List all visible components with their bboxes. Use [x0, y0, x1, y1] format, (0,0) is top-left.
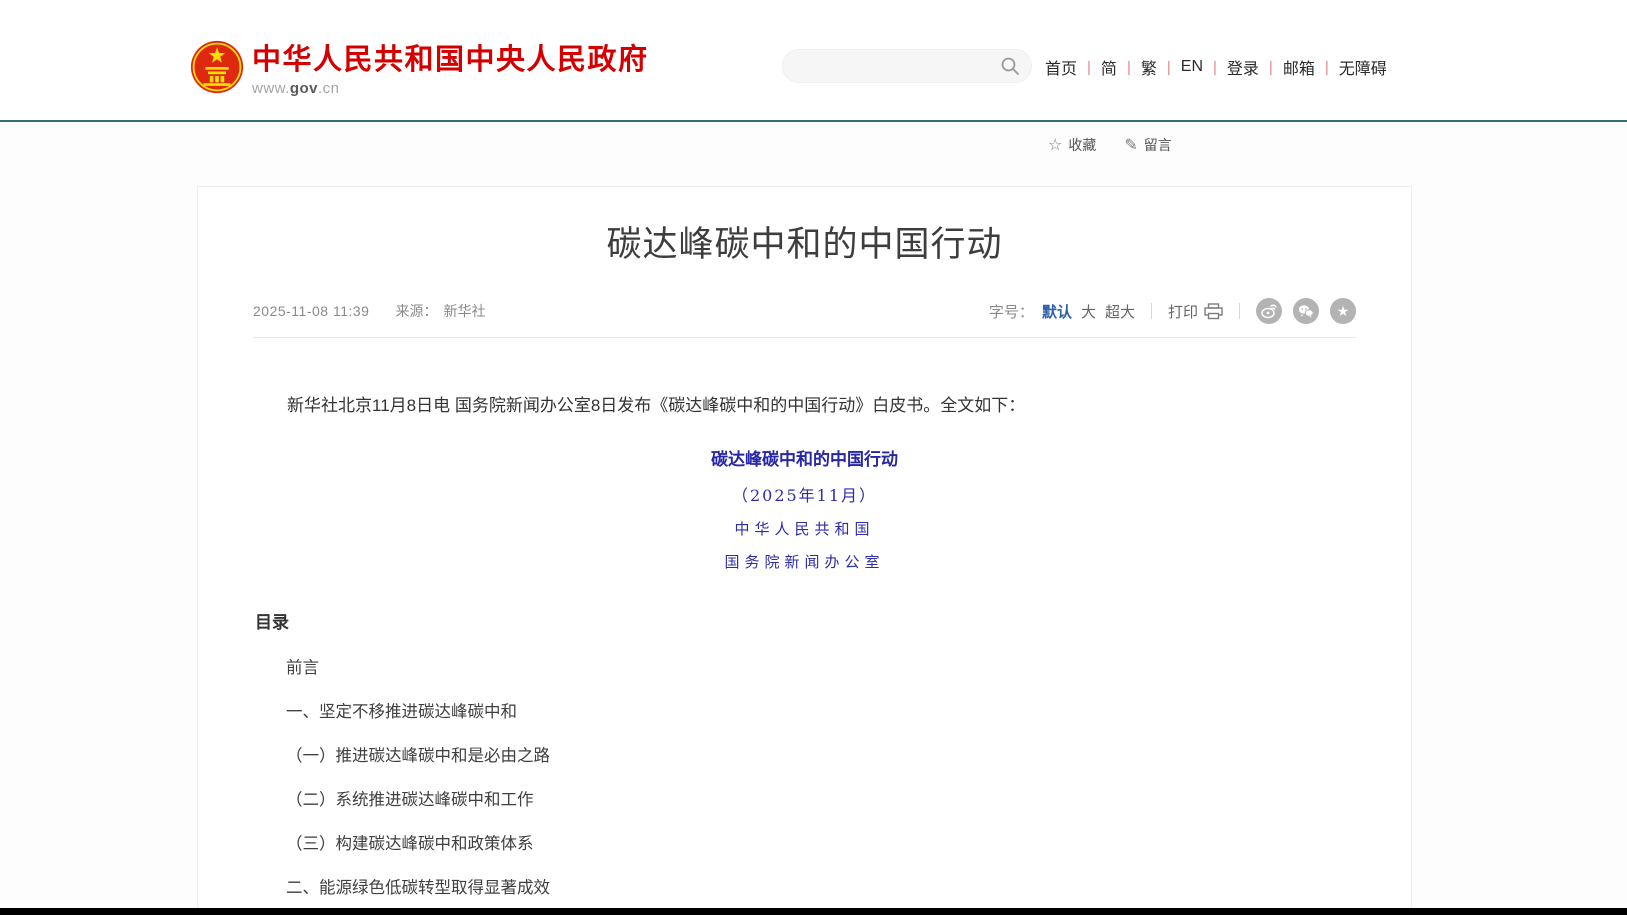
document-author-line2: 国务院新闻办公室 [253, 551, 1356, 572]
toc-item-section1-3: （三）构建碳达峰碳中和政策体系 [253, 836, 1356, 853]
comment-label: 留言 [1144, 135, 1172, 155]
publish-date: 2025-11-08 11:39 [253, 303, 369, 319]
meta-separator [1151, 303, 1152, 319]
toc-item-preface: 前言 [253, 660, 1356, 677]
share-icons: ★ [1256, 298, 1356, 324]
lead-paragraph: 新华社北京11月8日电 国务院新闻办公室8日发布《碳达峰碳中和的中国行动》白皮书… [253, 394, 1356, 418]
nav-separator: | [1087, 59, 1091, 76]
article-meta: 2025-11-08 11:39 来源： 新华社 字号： 默认 大 超大 打印 [253, 298, 1356, 338]
star-icon: ★ [1337, 304, 1350, 318]
site-url: www.gov.cn [252, 80, 649, 97]
article-card: 碳达峰碳中和的中国行动 2025-11-08 11:39 来源： 新华社 字号：… [197, 186, 1412, 915]
toc-item-section1: 一、坚定不移推进碳达峰碳中和 [253, 704, 1356, 721]
share-weibo-button[interactable] [1256, 298, 1282, 324]
printer-icon [1204, 303, 1223, 320]
top-nav: 首页 | 简 | 繁 | EN | 登录 | 邮箱 | 无障碍 [1045, 55, 1387, 79]
source-label: 来源： [395, 301, 437, 321]
print-label: 打印 [1168, 301, 1198, 322]
toc-item-section2: 二、能源绿色低碳转型取得显著成效 [253, 880, 1356, 897]
meta-separator [1239, 303, 1240, 319]
nav-separator: | [1127, 59, 1131, 76]
nav-english[interactable]: EN [1181, 58, 1203, 76]
meta-left: 2025-11-08 11:39 来源： 新华社 [253, 301, 485, 321]
nav-accessibility[interactable]: 无障碍 [1339, 55, 1387, 79]
page: 中华人民共和国中央人民政府 www.gov.cn 首页 | 简 | 繁 | EN | 登… [0, 0, 1627, 915]
fontsize-label: 字号： [989, 301, 1034, 322]
brand[interactable]: 中华人民共和国中央人民政府 www.gov.cn [252, 43, 649, 97]
nav-traditional[interactable]: 繁 [1141, 55, 1157, 79]
pencil-icon: ✎ [1124, 135, 1137, 155]
fontsize-xlarge-button[interactable]: 超大 [1105, 301, 1135, 322]
document-title: 碳达峰碳中和的中国行动 [253, 445, 1356, 470]
nav-separator: | [1325, 59, 1329, 76]
site-title: 中华人民共和国中央人民政府 [252, 43, 649, 77]
search-input[interactable] [783, 51, 1000, 81]
search-box[interactable] [782, 49, 1032, 83]
comment-button[interactable]: ✎ 留言 [1124, 135, 1171, 155]
page-actions: ☆ 收藏 ✎ 留言 [1048, 135, 1172, 155]
meta-right: 字号： 默认 大 超大 打印 [989, 298, 1356, 324]
print-button[interactable]: 打印 [1168, 301, 1223, 322]
document-date: （2025年11月） [253, 482, 1356, 506]
site-header: 中华人民共和国中央人民政府 www.gov.cn 首页 | 简 | 繁 | EN | 登… [0, 0, 1627, 120]
star-outline-icon: ☆ [1048, 135, 1062, 155]
favorite-label: 收藏 [1068, 135, 1096, 155]
article-body: 新华社北京11月8日电 国务院新闻办公室8日发布《碳达峰碳中和的中国行动》白皮书… [253, 394, 1356, 915]
share-wechat-button[interactable] [1293, 298, 1319, 324]
nav-home[interactable]: 首页 [1045, 55, 1077, 79]
nav-simplified[interactable]: 简 [1101, 55, 1117, 79]
search-icon[interactable] [1000, 56, 1020, 76]
bottom-edge-bar [0, 908, 1627, 915]
toc-item-section1-1: （一）推进碳达峰碳中和是必由之路 [253, 748, 1356, 765]
toc-heading: 目录 [253, 608, 1356, 633]
source-value[interactable]: 新华社 [443, 301, 485, 321]
fontsize-default-button[interactable]: 默认 [1042, 301, 1072, 322]
nav-separator: | [1269, 59, 1273, 76]
nav-mail[interactable]: 邮箱 [1283, 55, 1315, 79]
content-zone: ☆ 收藏 ✎ 留言 碳达峰碳中和的中国行动 2025-11-08 11:39 来… [0, 122, 1627, 908]
weibo-icon [1260, 302, 1278, 320]
fontsize-large-button[interactable]: 大 [1081, 301, 1096, 322]
favorite-button[interactable]: ☆ 收藏 [1048, 135, 1096, 155]
share-favorite-button[interactable]: ★ [1330, 298, 1356, 324]
page-title: 碳达峰碳中和的中国行动 [253, 225, 1356, 265]
document-author-line1: 中华人民共和国 [253, 518, 1356, 539]
nav-login[interactable]: 登录 [1227, 55, 1259, 79]
national-emblem-icon [190, 40, 244, 94]
toc-item-section1-2: （二）系统推进碳达峰碳中和工作 [253, 792, 1356, 809]
nav-separator: | [1167, 59, 1171, 76]
nav-separator: | [1213, 59, 1217, 76]
wechat-icon [1297, 302, 1315, 320]
